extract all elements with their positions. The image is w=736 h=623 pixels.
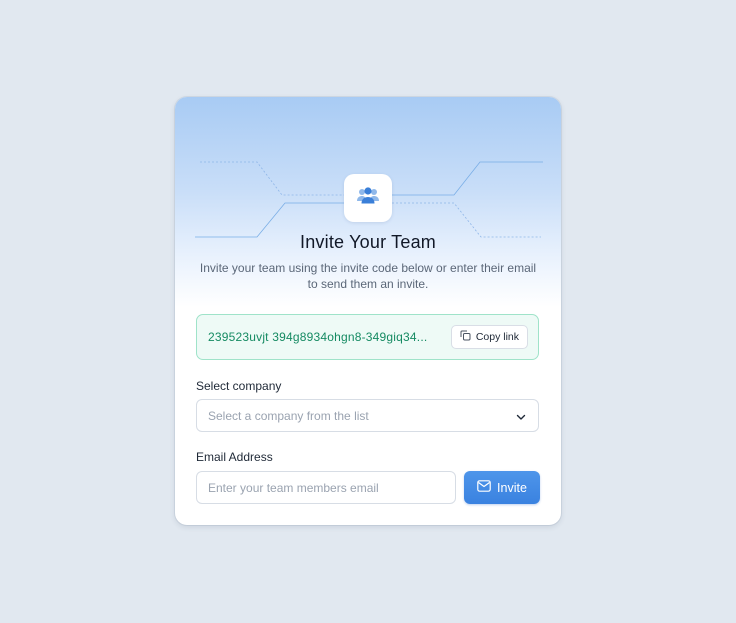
invite-code-text[interactable]: 239523uvjt 394g8934ohgn8-349giq34... bbox=[208, 330, 448, 344]
invite-card: Invite Your Team Invite your team using … bbox=[175, 97, 561, 525]
page-title: Invite Your Team bbox=[300, 232, 436, 252]
copy-icon bbox=[460, 330, 471, 344]
invite-code-box: 239523uvjt 394g8934ohgn8-349giq34... Cop… bbox=[196, 314, 539, 360]
page-subtitle: Invite your team using the invite code b… bbox=[199, 261, 537, 291]
team-icon-box bbox=[344, 174, 392, 222]
invite-button[interactable]: Invite bbox=[464, 471, 540, 504]
invite-button-label: Invite bbox=[497, 480, 527, 495]
company-select-placeholder: Select a company from the list bbox=[208, 409, 369, 423]
copy-link-label: Copy link bbox=[475, 331, 519, 343]
copy-link-button[interactable]: Copy link bbox=[450, 325, 528, 349]
mail-icon bbox=[477, 480, 491, 495]
company-label: Select company bbox=[196, 379, 282, 393]
users-icon bbox=[356, 185, 380, 212]
chevron-down-icon bbox=[515, 410, 527, 428]
email-label: Email Address bbox=[196, 450, 273, 464]
company-select[interactable]: Select a company from the list bbox=[196, 399, 539, 432]
email-field[interactable] bbox=[196, 471, 456, 504]
